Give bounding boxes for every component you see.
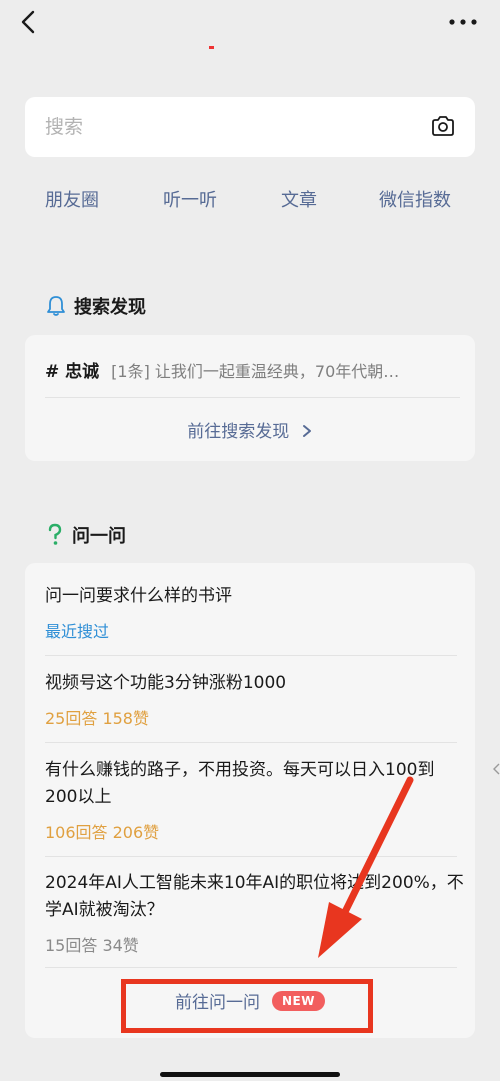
search-bar[interactable] [25, 97, 475, 157]
question-item[interactable]: 问一问要求什么样的书评 最近搜过 [45, 583, 465, 642]
divider [45, 397, 460, 398]
home-indicator [160, 1072, 340, 1077]
question-item[interactable]: 有什么赚钱的路子，不用投资。每天可以日入100到200以上 106回答 206赞 [45, 757, 465, 843]
question-title: 问一问要求什么样的书评 [45, 586, 232, 606]
highlight-box [121, 979, 373, 1033]
question-title: 有什么赚钱的路子，不用投资。每天可以日入100到200以上 [45, 760, 435, 807]
topic-text: [1条] 让我们一起重温经典，70年代朝… [111, 362, 400, 381]
bell-icon [47, 296, 65, 316]
discover-title: 搜索发现 [74, 297, 146, 318]
discover-card: # 忠诚 [1条] 让我们一起重温经典，70年代朝… 前往搜索发现 [25, 335, 475, 461]
back-arrow-icon[interactable] [14, 8, 42, 36]
goto-discover-link[interactable]: 前往搜索发现 [25, 417, 475, 442]
ask-card: 问一问要求什么样的书评 最近搜过 视频号这个功能3分钟涨粉1000 25回答 1… [25, 563, 475, 1038]
divider [45, 655, 457, 656]
chevron-right-icon [302, 425, 311, 437]
topic-tag: # 忠诚 [45, 362, 100, 382]
question-title: 视频号这个功能3分钟涨粉1000 [45, 673, 287, 693]
quick-link-articles[interactable]: 文章 [281, 186, 317, 212]
divider [45, 967, 457, 968]
divider [45, 742, 457, 743]
top-bar [0, 0, 500, 60]
discover-topic[interactable]: # 忠诚 [1条] 让我们一起重温经典，70年代朝… [45, 357, 465, 385]
more-options-icon[interactable] [448, 12, 478, 32]
ask-title: 问一问 [72, 526, 126, 547]
quick-link-listen[interactable]: 听一听 [163, 186, 217, 212]
quick-links: 朋友圈 听一听 文章 微信指数 [0, 186, 500, 216]
ask-header: 问一问 [46, 522, 126, 548]
question-item[interactable]: 视频号这个功能3分钟涨粉1000 25回答 158赞 [45, 670, 465, 729]
question-stats: 25回答 158赞 [45, 709, 149, 728]
discover-header: 搜索发现 [46, 293, 146, 319]
question-title: 2024年AI人工智能未来10年AI的职位将达到200%，不学AI就被淘汰？ [45, 873, 464, 920]
divider [45, 856, 457, 857]
search-input[interactable] [45, 97, 405, 157]
question-meta: 最近搜过 [45, 622, 110, 641]
question-stats: 106回答 206赞 [45, 823, 160, 842]
question-stats: 15回答 34赞 [45, 936, 139, 955]
quick-link-moments[interactable]: 朋友圈 [45, 186, 99, 212]
camera-icon[interactable] [431, 115, 455, 137]
goto-discover-label: 前往搜索发现 [187, 422, 290, 442]
question-icon [48, 523, 62, 545]
red-mark [209, 46, 214, 49]
question-item[interactable]: 2024年AI人工智能未来10年AI的职位将达到200%，不学AI就被淘汰？ 1… [45, 870, 465, 956]
quick-link-wechat-index[interactable]: 微信指数 [379, 186, 451, 212]
edge-mark [493, 763, 500, 775]
